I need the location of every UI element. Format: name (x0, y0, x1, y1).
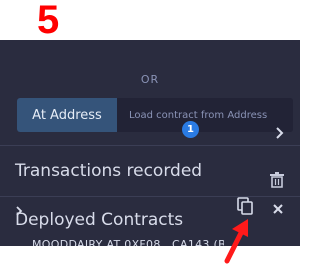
transactions-recorded-row[interactable]: Transactions recorded (0, 146, 300, 196)
transactions-recorded-label: Transactions recorded (15, 161, 203, 181)
close-icon[interactable] (272, 200, 284, 214)
arrow-pointer-icon (215, 215, 255, 264)
at-address-group: At Address (17, 98, 293, 132)
section-divider (0, 196, 300, 197)
step-number-annotation: 5 (37, 0, 60, 42)
contract-address-input[interactable] (117, 98, 293, 132)
trash-icon[interactable] (270, 172, 284, 188)
transactions-count-badge: 1 (182, 121, 199, 138)
at-address-button[interactable]: At Address (17, 98, 117, 132)
or-separator-label: OR (140, 73, 160, 86)
deployed-contracts-title: Deployed Contracts (15, 210, 184, 230)
chevron-right-icon[interactable] (274, 124, 284, 139)
chevron-right-icon[interactable] (15, 201, 23, 216)
deploy-run-panel: OR At Address Transactions recorded Depl… (0, 40, 300, 264)
bottom-white-strip (0, 246, 300, 264)
copy-icon[interactable] (237, 197, 253, 215)
